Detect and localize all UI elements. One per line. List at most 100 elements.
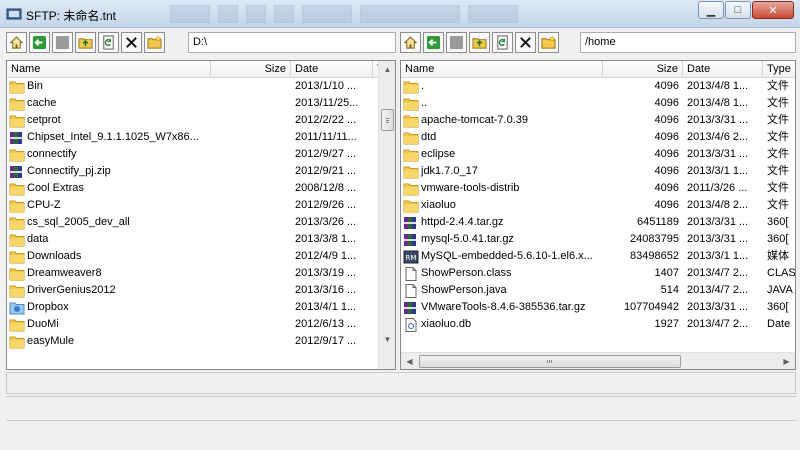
remote-path-input[interactable]: /home [580, 32, 796, 53]
file-row[interactable]: DriverGenius2012 2013/3/16 ... [7, 282, 381, 299]
local-vertical-scroll-thumb[interactable] [381, 109, 394, 131]
file-name-cell: xiaoluo.db [401, 316, 603, 333]
svg-text:RM: RM [406, 254, 417, 262]
file-row[interactable]: Cool Extras 2008/12/8 ... [7, 180, 381, 197]
file-name: vmware-tools-distrib [421, 182, 520, 194]
file-size [211, 282, 291, 299]
archive-icon [404, 216, 416, 229]
folder-icon [9, 217, 25, 229]
new-folder-button[interactable] [144, 32, 165, 53]
file-row[interactable]: Bin 2013/1/10 ... [7, 78, 381, 95]
file-row[interactable]: cetprot 2012/2/22 ... [7, 112, 381, 129]
file-row[interactable]: ShowPerson.class 1407 2013/4/7 2... CLAS [401, 265, 795, 282]
file-date: 2013/3/8 1... [295, 233, 357, 245]
file-date: 2012/4/9 1... [295, 250, 357, 262]
scroll-down-arrow-icon[interactable]: ▼ [379, 331, 395, 348]
file-row[interactable]: DuoMi 2012/6/13 ... [7, 316, 381, 333]
refresh-button[interactable] [98, 32, 119, 53]
file-row[interactable]: .. 4096 2013/4/8 1... 文件 [401, 95, 795, 112]
file-type: Date [767, 318, 791, 330]
column-header-size[interactable]: Size [211, 61, 291, 78]
file-row[interactable]: easyMule 2012/9/17 ... [7, 333, 381, 350]
file-date: 2011/11/11... [295, 131, 357, 143]
file-row[interactable]: Downloads 2012/4/9 1... [7, 248, 381, 265]
column-header-date[interactable]: Date [683, 61, 763, 78]
stop-button[interactable] [52, 32, 73, 53]
file-name: Dreamweaver8 [27, 267, 102, 279]
remote-horizontal-scroll-thumb[interactable] [419, 355, 681, 368]
delete-button[interactable] [121, 32, 142, 53]
column-header-type[interactable]: Type [763, 61, 795, 78]
file-date: 2013/4/8 1... [687, 97, 749, 109]
column-header-name[interactable]: Name [7, 61, 211, 78]
folder-icon [9, 268, 25, 280]
file-row[interactable]: vmware-tools-distrib 4096 2011/3/26 ... 文件 [401, 180, 795, 197]
minimize-button[interactable]: ▁ [698, 1, 724, 19]
title-bar-reflection [170, 5, 590, 23]
file-date: 2013/4/7 2... [687, 284, 749, 296]
title-bar[interactable]: SFTP: 未命名.tnt ▁ □ ✕ [0, 0, 800, 28]
parent-folder-button[interactable] [75, 32, 96, 53]
file-row[interactable]: connectify 2012/9/27 ... [7, 146, 381, 163]
file-row[interactable]: xiaoluo 4096 2013/4/8 2... 文件 [401, 197, 795, 214]
file-row[interactable]: xiaoluo.db 1927 2013/4/7 2... Date [401, 316, 795, 333]
file-name: Dropbox [27, 301, 69, 313]
home-button[interactable] [6, 32, 27, 53]
file-date: 2011/3/26 ... [687, 182, 748, 194]
file-row[interactable]: Dropbox 2013/4/1 1... [7, 299, 381, 316]
remote-refresh-button[interactable] [492, 32, 513, 53]
folder-icon [9, 149, 25, 161]
folder-icon [403, 81, 419, 93]
dropbox-icon [9, 302, 25, 314]
file-row[interactable]: httpd-2.4.4.tar.gz 6451189 2013/3/31 ... 36… [401, 214, 795, 231]
file-row[interactable]: Connectify_pj.zip 2012/9/21 ... [7, 163, 381, 180]
file-row[interactable]: ShowPerson.java 514 2013/4/7 2... JAVA [401, 282, 795, 299]
file-row[interactable]: dtd 4096 2013/4/6 2... 文件 [401, 129, 795, 146]
file-row[interactable]: RM MySQL-embedded-5.6.10-1.el6.x... 834986… [401, 248, 795, 265]
file-row[interactable]: mysql-5.0.41.tar.gz 24083795 2013/3/31 ...… [401, 231, 795, 248]
file-row[interactable]: eclipse 4096 2013/3/31 ... 文件 [401, 146, 795, 163]
file-row[interactable]: Chipset_Intel_9.1.1.1025_W7x86... 2011/11… [7, 129, 381, 146]
file-row[interactable]: jdk1.7.0_17 4096 2013/3/1 1... 文件 [401, 163, 795, 180]
remote-stop-button[interactable] [446, 32, 467, 53]
column-header-size[interactable]: Size [603, 61, 683, 78]
file-row[interactable]: Dreamweaver8 2013/3/19 ... [7, 265, 381, 282]
local-file-list[interactable]: Name Size Date T Bin 2013/1/10 ... cache 20… [6, 60, 396, 370]
file-name-cell: .. [401, 95, 603, 112]
file-row[interactable]: data 2013/3/8 1... [7, 231, 381, 248]
home-icon [403, 36, 418, 49]
scroll-up-arrow-icon[interactable]: ▲ [379, 61, 395, 78]
back-button[interactable] [29, 32, 50, 53]
remote-horizontal-scrollbar[interactable]: ◀ ▶ [401, 352, 795, 369]
local-vertical-scrollbar[interactable]: ▲ ▼ [378, 61, 395, 369]
remote-back-button[interactable] [423, 32, 444, 53]
column-header-name[interactable]: Name [401, 61, 603, 78]
file-row[interactable]: . 4096 2013/4/8 1... 文件 [401, 78, 795, 95]
file-row[interactable]: VMwareTools-8.4.6-385536.tar.gz 107704942… [401, 299, 795, 316]
remote-new-folder-button[interactable] [538, 32, 559, 53]
column-header-date[interactable]: Date [291, 61, 373, 78]
remote-delete-button[interactable] [515, 32, 536, 53]
file-size [211, 95, 291, 112]
remote-home-button[interactable] [400, 32, 421, 53]
scroll-left-arrow-icon[interactable]: ◀ [401, 353, 418, 369]
file-date: 2013/3/31 ... [687, 216, 749, 228]
file-size [211, 112, 291, 129]
file-size [211, 299, 291, 316]
file-name-cell: Connectify_pj.zip [7, 163, 211, 180]
remote-file-list[interactable]: Name Size Date Type . 4096 2013/4/8 1... 文件… [400, 60, 796, 370]
new-folder-icon [541, 35, 556, 49]
close-button[interactable]: ✕ [752, 1, 794, 19]
archive-icon [404, 233, 416, 246]
file-row[interactable]: cache 2013/11/25... [7, 95, 381, 112]
file-type: JAVA [767, 284, 793, 296]
local-path-input[interactable]: D:\ [188, 32, 396, 53]
file-name-cell: Bin [7, 78, 211, 95]
file-row[interactable]: CPU-Z 2012/9/26 ... [7, 197, 381, 214]
scroll-right-arrow-icon[interactable]: ▶ [778, 353, 795, 369]
stop-icon [55, 35, 70, 50]
file-row[interactable]: apache-tomcat-7.0.39 4096 2013/3/31 ... 文件 [401, 112, 795, 129]
remote-parent-folder-button[interactable] [469, 32, 490, 53]
file-row[interactable]: cs_sql_2005_dev_all 2013/3/26 ... [7, 214, 381, 231]
maximize-button[interactable]: □ [725, 1, 751, 19]
